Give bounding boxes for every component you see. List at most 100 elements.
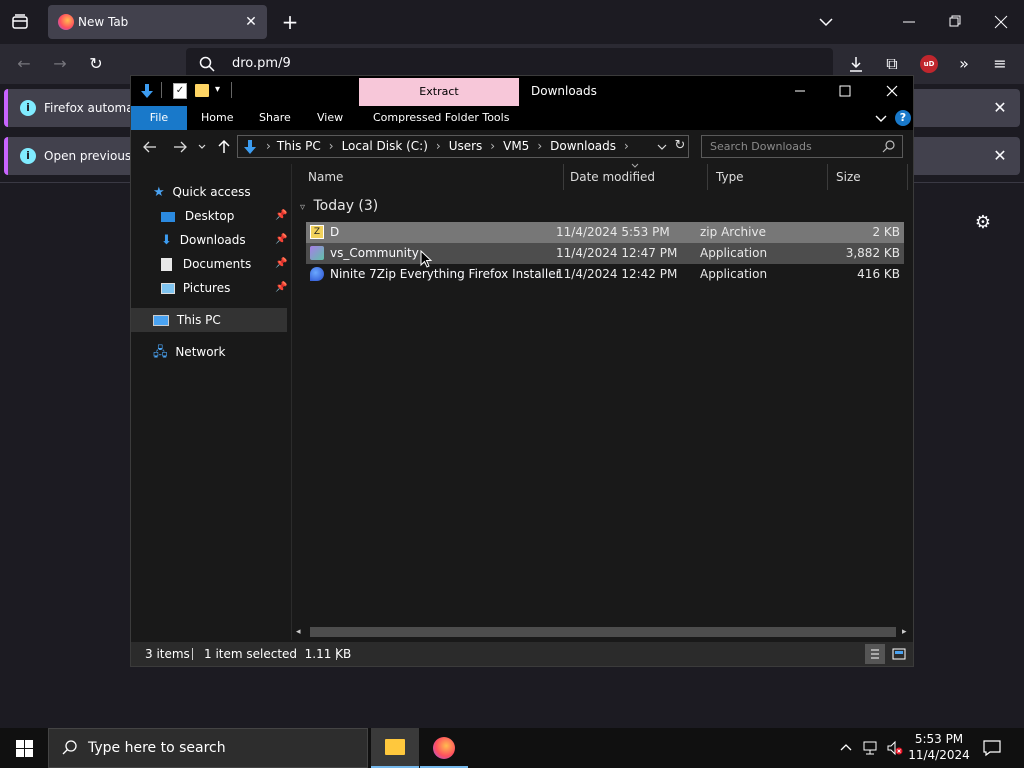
computer-icon [153,315,169,326]
close-icon[interactable] [883,82,901,100]
breadcrumb-local-disk[interactable]: Local Disk (C:) [342,139,428,153]
scrollbar-thumb[interactable] [310,627,896,637]
nav-quick-access[interactable]: ★ Quick access [153,180,287,204]
tab-home[interactable]: Home [201,106,233,130]
file-size: 416 KB [857,267,900,281]
notifications-icon[interactable] [982,739,1002,757]
address-bar[interactable]: › This PC › Local Disk (C:) › Users › VM5 › Downl… [237,135,689,158]
breadcrumb-separator: › [537,139,543,153]
nav-network[interactable]: 🖧 Network [153,340,287,364]
info-icon: i [20,100,36,116]
address-dropdown-icon[interactable] [656,140,668,154]
up-icon[interactable] [215,138,233,156]
file-row[interactable]: Z D 11/4/2024 5:53 PM zip Archive 2 KB [306,222,904,243]
file-type: zip Archive [700,225,766,239]
forward-icon[interactable]: → [50,54,70,74]
nav-downloads[interactable]: ⬇ Downloads 📌 [161,228,287,252]
tab-list-icon[interactable] [10,12,30,32]
nav-label: Network [175,345,226,359]
nav-label: Quick access [172,185,251,199]
extract-context-tab[interactable]: Extract [359,78,519,106]
nav-this-pc[interactable]: This PC [131,308,287,332]
back-icon[interactable]: ← [14,54,34,74]
properties-icon[interactable]: ✓ [173,83,187,99]
divider [231,82,232,98]
new-tab-icon[interactable]: + [280,12,300,32]
group-header[interactable]: ▿ Today (3) [300,196,378,216]
horizontal-scrollbar[interactable]: ◂ ▸ [292,624,912,640]
network-icon[interactable] [862,740,880,756]
help-icon[interactable]: ? [895,110,911,126]
taskbar-search-placeholder: Type here to search [88,740,226,756]
column-header-name[interactable]: Name [300,164,564,190]
details-view-icon[interactable] [865,644,885,664]
zip-file-icon: Z [310,225,324,239]
restore-browser-icon[interactable] [946,14,964,30]
ublock-icon[interactable]: uD [920,55,938,73]
nav-label: Documents [182,257,252,271]
scroll-right-icon[interactable]: ▸ [902,627,912,637]
large-icons-view-icon[interactable] [889,644,909,664]
downloads-icon[interactable] [846,54,866,74]
breadcrumb-this-pc[interactable]: This PC [277,139,321,153]
breadcrumb-separator: › [490,139,496,153]
overflow-menu-icon[interactable]: » [954,54,974,74]
list-all-tabs-icon[interactable] [816,14,836,30]
network-icon: 🖧 [153,345,168,360]
volume-muted-icon[interactable] [886,740,904,756]
scroll-left-icon[interactable]: ◂ [296,627,306,637]
minimize-browser-icon[interactable] [900,14,918,30]
close-notification-icon[interactable]: ✕ [990,98,1010,118]
taskbar-firefox[interactable] [420,728,468,768]
breadcrumb-users[interactable]: Users [449,139,483,153]
close-browser-icon[interactable] [992,14,1010,30]
hamburger-menu-icon[interactable]: ≡ [990,54,1010,74]
tab-view[interactable]: View [317,106,343,130]
nav-documents[interactable]: Documents 📌 [161,252,287,276]
pin-icon: 📌 [275,258,288,269]
extensions-icon[interactable]: ⧉ [882,54,902,74]
search-box[interactable]: Search Downloads [701,135,903,158]
file-list: Name Date modified Type Size ▿ Today (3)… [291,163,913,640]
show-hidden-icons-icon[interactable] [838,740,854,756]
breadcrumb-vm5[interactable]: VM5 [503,139,529,153]
taskbar-search-box[interactable]: Type here to search [48,728,368,768]
back-icon[interactable] [141,138,159,156]
nav-pictures[interactable]: Pictures 📌 [161,276,287,300]
close-tab-icon[interactable]: ✕ [242,13,260,31]
url-text: dro.pm/9 [232,56,291,71]
file-type: Application [700,246,768,260]
column-header-type[interactable]: Type [708,164,828,190]
recent-locations-icon[interactable] [197,140,207,154]
file-row[interactable]: vs_Community 11/4/2024 12:47 PM Applicat… [306,243,904,264]
tab-share[interactable]: Share [259,106,291,130]
breadcrumb-downloads[interactable]: Downloads [550,139,616,153]
file-date: 11/4/2024 12:47 PM [556,246,678,260]
forward-icon[interactable] [171,138,189,156]
tab-new-tab[interactable]: New Tab ✕ [48,5,267,39]
file-size: 3,882 KB [845,246,900,260]
customize-qat-icon[interactable]: ▾ [215,82,225,98]
maximize-icon[interactable] [836,82,854,100]
tab-compressed-folder-tools[interactable]: Compressed Folder Tools [373,106,509,130]
clock-time: 5:53 PM [914,732,964,746]
refresh-icon[interactable]: ↻ [672,138,688,154]
taskbar-file-explorer[interactable] [371,728,419,768]
new-folder-icon[interactable] [195,84,209,97]
reload-icon[interactable]: ↻ [86,54,106,74]
clock[interactable]: 5:53 PM 11/4/2024 [908,731,970,763]
expand-ribbon-icon[interactable] [873,110,889,126]
file-row[interactable]: Ninite 7Zip Everything Firefox Installer… [306,264,904,285]
nav-desktop[interactable]: Desktop 📌 [161,204,287,228]
mouse-cursor-icon [420,250,434,268]
explorer-title-bar: ✓ ▾ Extract Downloads [131,76,913,106]
windows-start-icon[interactable] [16,740,33,757]
gear-icon[interactable]: ⚙ [972,213,994,235]
item-count: 3 items [145,647,190,661]
breadcrumb: › This PC › Local Disk (C:) › Users › VM5 › Downl… [260,136,637,157]
divider [336,648,337,660]
minimize-icon[interactable] [791,82,809,100]
column-header-size[interactable]: Size [828,164,908,190]
tab-file[interactable]: File [131,106,187,130]
close-notification-icon[interactable]: ✕ [990,146,1010,166]
